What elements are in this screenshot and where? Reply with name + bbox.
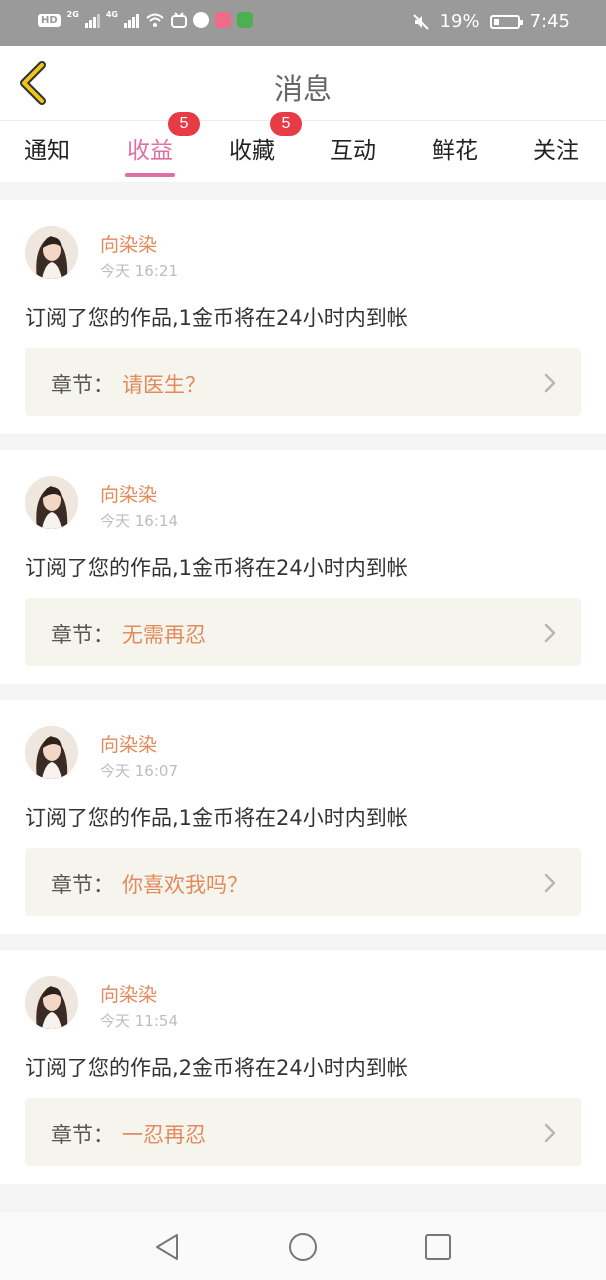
tab-label: 鲜花	[432, 138, 478, 164]
battery-icon	[489, 14, 523, 29]
message-time: 今天 16:21	[100, 262, 178, 280]
chapter-link[interactable]: 章节： 你喜欢我吗？	[25, 848, 581, 916]
message-text: 订阅了您的作品,2金币将在24小时内到帐	[25, 1056, 408, 1080]
tab-bar: 通知 收益 5 收藏 5 互动 鲜花 关注	[0, 112, 606, 182]
app-icon-4	[236, 12, 253, 28]
tab-label: 互动	[330, 138, 376, 164]
message-card: 向染染 今天 16:21 订阅了您的作品,1金币将在24小时内到帐 章节： 请医…	[0, 200, 606, 434]
status-left: HD 2G 4G	[38, 9, 253, 28]
tab-label: 收益	[127, 138, 173, 164]
sender-name[interactable]: 向染染	[100, 230, 157, 257]
chapter-label: 章节：	[51, 623, 114, 647]
tab-earnings[interactable]: 收益 5	[125, 112, 200, 177]
chapter-label: 章节：	[51, 873, 114, 897]
page-title: 消息	[273, 72, 332, 106]
status-right: 19% 7:45	[412, 11, 570, 32]
message-card: 向染染 今天 11:54 订阅了您的作品,2金币将在24小时内到帐 章节： 一忍…	[0, 950, 606, 1184]
battery-percent: 19%	[439, 11, 480, 32]
tab-label: 通知	[24, 138, 70, 164]
sender-name[interactable]: 向染染	[100, 480, 157, 507]
message-card: 向染染 今天 16:07 订阅了您的作品,1金币将在24小时内到帐 章节： 你喜…	[0, 700, 606, 934]
chapter-label: 章节：	[51, 373, 114, 397]
chapter-title: 无需再忍	[122, 623, 206, 647]
tab-follows[interactable]: 关注	[533, 131, 579, 165]
chevron-right-icon	[544, 623, 556, 643]
avatar[interactable]	[25, 226, 78, 279]
message-text: 订阅了您的作品,1金币将在24小时内到帐	[25, 556, 408, 580]
recents-square-icon[interactable]	[423, 1232, 453, 1262]
home-circle-icon[interactable]	[288, 1232, 318, 1262]
message-card: 向染染 今天 16:14 订阅了您的作品,1金币将在24小时内到帐 章节： 无需…	[0, 450, 606, 684]
chapter-link[interactable]: 章节： 请医生？	[25, 348, 581, 416]
avatar[interactable]	[25, 476, 78, 529]
chapter-link[interactable]: 章节： 无需再忍	[25, 598, 581, 666]
tab-label: 关注	[533, 138, 579, 164]
hd-indicator: HD	[38, 13, 61, 27]
chapter-title: 你喜欢我吗？	[122, 873, 248, 897]
system-nav-bar	[0, 1212, 606, 1280]
chapter-link[interactable]: 章节： 一忍再忍	[25, 1098, 581, 1166]
chapter-title: 一忍再忍	[122, 1123, 206, 1147]
chapter-title: 请医生？	[122, 373, 206, 397]
clock: 7:45	[529, 11, 570, 32]
message-time: 今天 16:14	[100, 512, 178, 530]
app-icon-2	[192, 12, 209, 28]
chevron-right-icon	[544, 1123, 556, 1143]
back-triangle-icon[interactable]	[153, 1232, 183, 1262]
avatar[interactable]	[25, 726, 78, 779]
chevron-right-icon	[544, 373, 556, 393]
app-icon-3	[214, 12, 231, 28]
message-text: 订阅了您的作品,1金币将在24小时内到帐	[25, 806, 408, 830]
tab-interactions[interactable]: 互动	[330, 131, 376, 165]
tab-flowers[interactable]: 鲜花	[432, 131, 478, 165]
tab-badge: 5	[168, 112, 200, 136]
message-time: 今天 11:54	[100, 1012, 178, 1030]
sender-name[interactable]: 向染染	[100, 730, 157, 757]
active-tab-indicator	[125, 173, 175, 177]
sender-name[interactable]: 向染染	[100, 980, 157, 1007]
chevron-right-icon	[544, 873, 556, 893]
signal-icon	[84, 12, 100, 28]
network-type-1: 2G	[66, 9, 79, 19]
app-header: 消息	[0, 46, 606, 121]
tab-favorites[interactable]: 收藏 5	[229, 112, 302, 165]
tab-notifications[interactable]: 通知	[24, 131, 70, 165]
message-text: 订阅了您的作品,1金币将在24小时内到帐	[25, 306, 408, 330]
tab-badge: 5	[270, 112, 302, 136]
tab-label: 收藏	[229, 138, 275, 164]
message-time: 今天 16:07	[100, 762, 178, 780]
status-bar: HD 2G 4G 19% 7:45	[0, 0, 606, 46]
chapter-label: 章节：	[51, 1123, 114, 1147]
signal-icon-2	[123, 12, 139, 28]
mute-icon	[412, 13, 429, 30]
wifi-icon	[146, 13, 164, 27]
avatar[interactable]	[25, 976, 78, 1029]
network-type-2: 4G	[105, 9, 118, 19]
app-icon-1	[170, 12, 187, 28]
